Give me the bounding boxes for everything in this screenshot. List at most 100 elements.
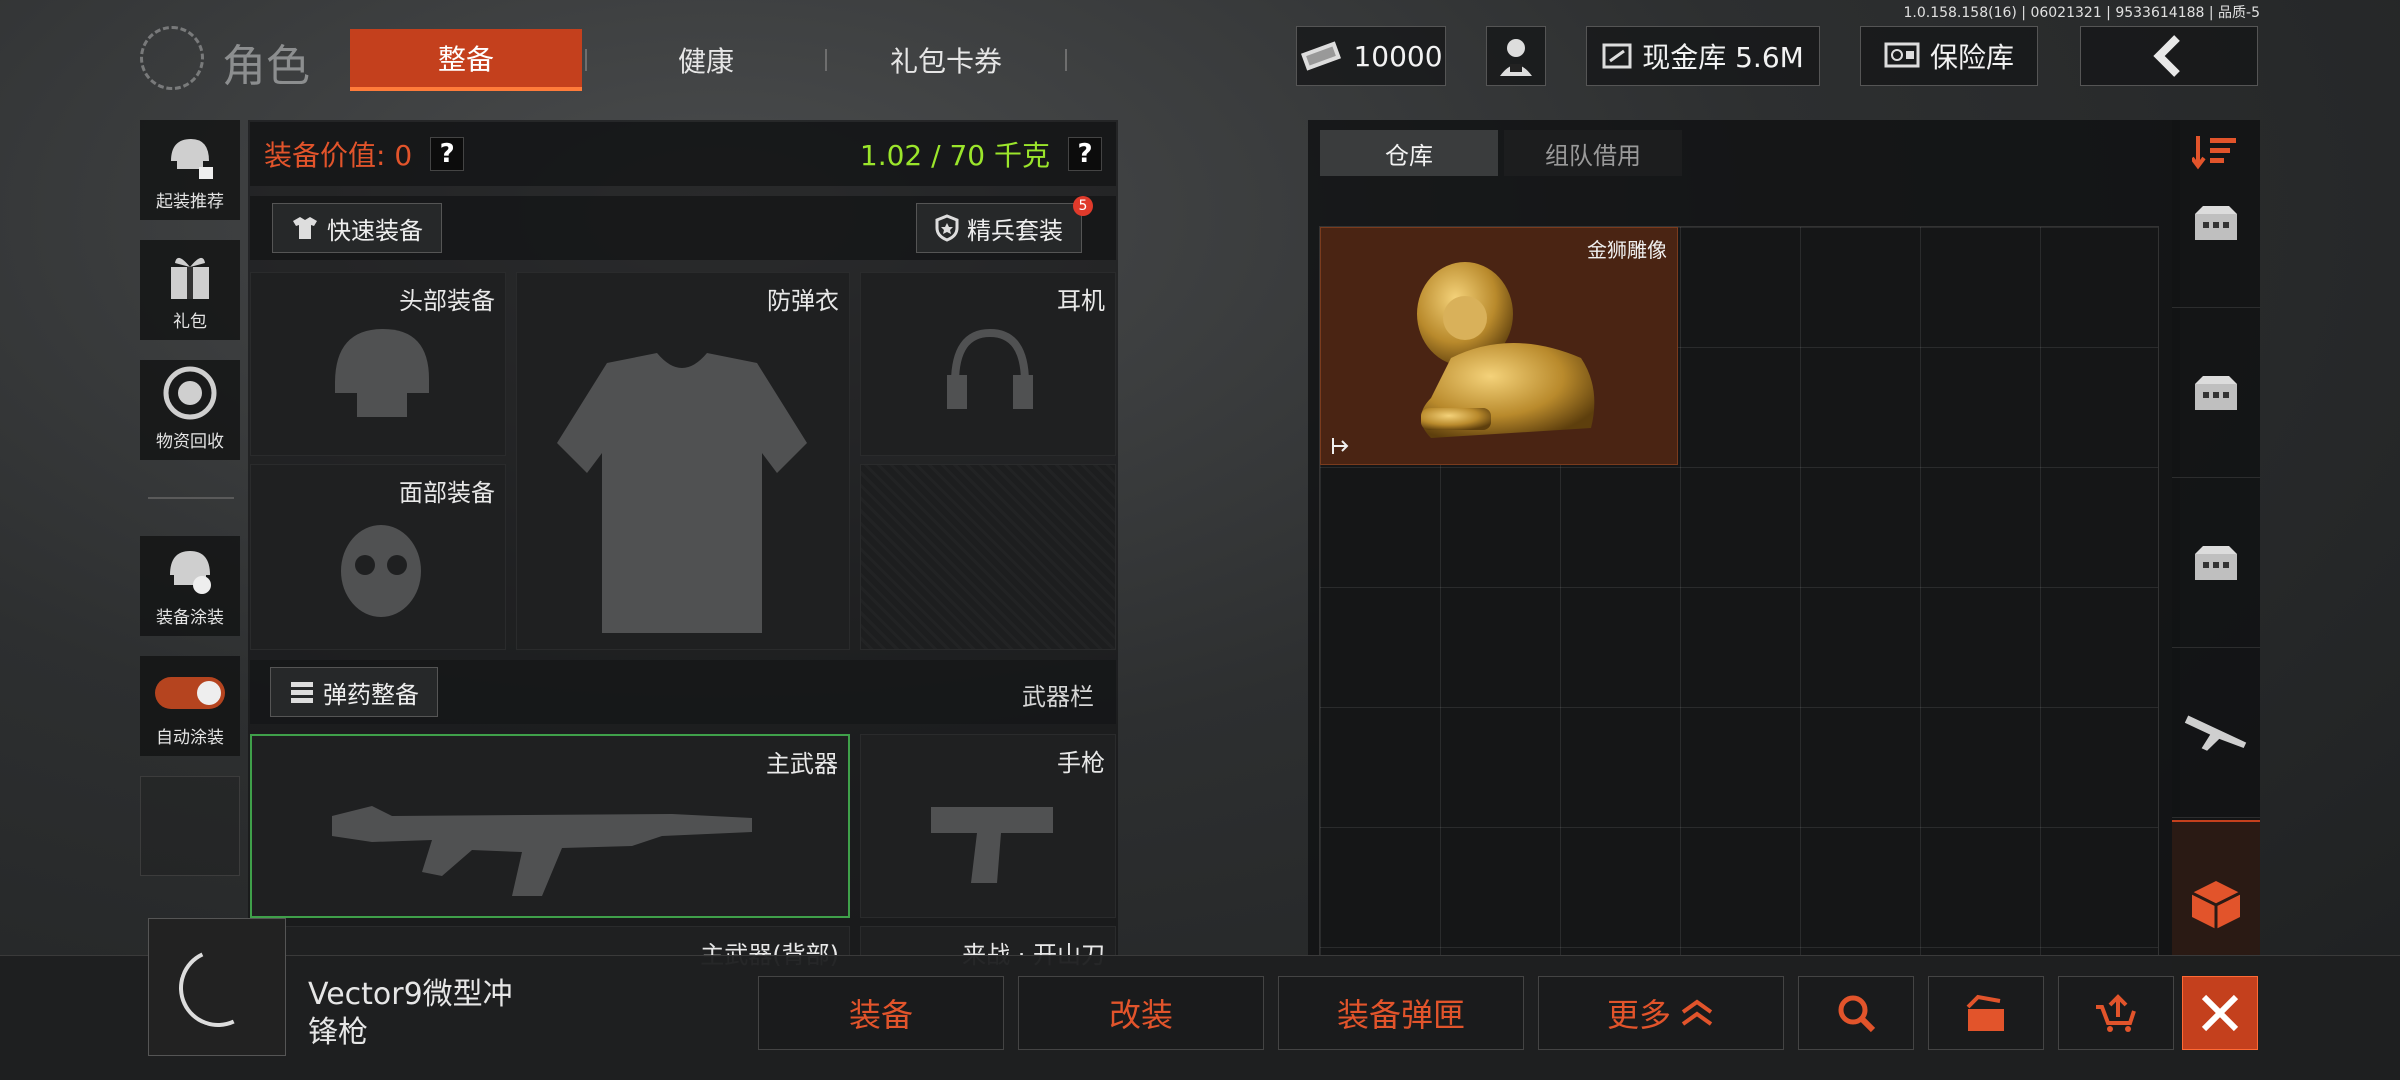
currency-value: 10000	[1353, 39, 1443, 73]
button-label: 改装	[1108, 996, 1173, 1034]
carry-weight: 1.02 / 70 千克	[859, 139, 1050, 172]
equip-arrow-icon	[1332, 438, 1349, 454]
paint-icon	[170, 551, 211, 594]
slot-label: 面部装备	[399, 479, 495, 507]
slot-face[interactable]: 面部装备	[250, 464, 506, 650]
vest-icon	[557, 353, 807, 633]
operator-button[interactable]	[1486, 26, 1546, 86]
slot-pistol[interactable]: 手枪	[860, 734, 1116, 918]
equipment-value-bar: 装备价值: 0 ? 1.02 / 70 千克 ?	[250, 122, 1116, 186]
golden-lion-statue-icon	[1417, 262, 1595, 438]
sidebar-item-recycle[interactable]: 物资回收	[140, 360, 240, 460]
tab-warehouse[interactable]: 仓库	[1320, 130, 1498, 176]
crate-button[interactable]	[1928, 976, 2044, 1050]
pistol-icon	[931, 807, 1053, 883]
slot-label: 头部装备	[399, 287, 495, 315]
category-weapons[interactable]	[2172, 650, 2260, 818]
main-tabs: 整备 健康 礼包卡券	[350, 28, 1070, 92]
modify-button[interactable]: 改装	[1018, 976, 1264, 1050]
shield-icon	[935, 214, 959, 242]
sidebar-item-label: 装备涂装	[156, 608, 224, 628]
sidebar-empty-slot	[140, 776, 240, 876]
globe-logo-icon	[140, 26, 204, 90]
recycle-icon	[163, 366, 217, 420]
search-button[interactable]	[1798, 976, 1914, 1050]
helmet-icon	[335, 329, 429, 417]
tab-team-borrow[interactable]: 组队借用	[1504, 130, 1682, 176]
sidebar-item-paint[interactable]: 装备涂装	[140, 536, 240, 636]
tab-health[interactable]: 健康	[590, 29, 822, 91]
slot-head[interactable]: 头部装备	[250, 272, 506, 456]
ammo-maintenance-button[interactable]: 弹药整备	[270, 667, 438, 717]
tab-separator	[825, 49, 827, 71]
category-storage-3[interactable]	[2172, 480, 2260, 648]
cash-vault-label: 现金库 5.6M	[1642, 41, 1804, 74]
sidebar-item-label: 物资回收	[156, 432, 224, 452]
chevron-up-icon	[1681, 999, 1713, 1026]
gift-icon	[171, 257, 209, 299]
weapon-bar-label: 武器栏	[1022, 683, 1094, 711]
tab-separator	[1065, 49, 1067, 71]
tab-label: 仓库	[1385, 141, 1433, 170]
ammo-button-label: 弹药整备	[323, 680, 419, 709]
safe-vault-label: 保险库	[1929, 41, 2014, 74]
more-button[interactable]: 更多	[1538, 976, 1784, 1050]
warehouse-item[interactable]: 金狮雕像	[1320, 227, 1678, 465]
crate-open-icon	[1966, 994, 2004, 1031]
sidebar-item-recommend[interactable]: 起装推荐	[140, 120, 240, 220]
quick-equip-button[interactable]: 快速装备	[272, 203, 442, 253]
tab-gift-cards[interactable]: 礼包卡券	[830, 29, 1062, 91]
gas-mask-icon	[341, 525, 421, 617]
tab-label: 健康	[677, 45, 734, 78]
slot-armor[interactable]: 防弹衣	[516, 272, 850, 650]
version-text: 1.0.158.158(16) | 06021321 | 9533614188 …	[1903, 5, 2261, 21]
cart-upload-icon	[2096, 994, 2136, 1032]
safe-icon	[1884, 42, 1920, 68]
storage-box-icon	[2195, 545, 2237, 580]
sell-button[interactable]	[2058, 976, 2174, 1050]
cash-vault-button[interactable]: 现金库 5.6M	[1586, 26, 1820, 86]
weapon-bar: 弹药整备 武器栏	[250, 660, 1116, 724]
safe-vault-button[interactable]: 保险库	[1860, 26, 2038, 86]
button-label: 装备	[848, 996, 913, 1034]
equip-magazine-button[interactable]: 装备弹匣	[1278, 976, 1524, 1050]
tab-separator	[585, 49, 587, 71]
tab-label: 整备	[437, 43, 494, 76]
auto-paint-toggle[interactable]	[155, 677, 225, 709]
search-icon	[1838, 995, 1876, 1033]
notification-badge: 5	[1073, 196, 1093, 216]
back-arrow-icon	[2153, 35, 2180, 77]
category-storage-2[interactable]	[2172, 310, 2260, 478]
slot-headset[interactable]: 耳机	[860, 272, 1116, 456]
equipment-value: 装备价值: 0	[264, 139, 413, 172]
button-label: 装备弹匣	[1336, 996, 1465, 1034]
equip-button[interactable]: 装备	[758, 976, 1004, 1050]
tab-maintenance[interactable]: 整备	[350, 29, 582, 91]
storage-box-icon	[2195, 375, 2237, 410]
rifle-icon	[2184, 715, 2247, 751]
sidebar-item-gift[interactable]: 礼包	[140, 240, 240, 340]
quick-equip-label: 快速装备	[327, 216, 423, 245]
weight-help-icon[interactable]: ?	[1068, 137, 1102, 171]
sidebar-item-auto-paint[interactable]: 自动涂装	[140, 656, 240, 756]
sidebar-item-label: 自动涂装	[156, 728, 224, 748]
warehouse-tabs: 仓库 组队借用	[1320, 130, 1682, 178]
operator-icon	[1500, 39, 1532, 76]
selected-item-thumbnail	[148, 918, 286, 1056]
quick-equip-bar: 快速装备 精兵套装 5	[250, 196, 1116, 260]
vault-card-icon	[1602, 43, 1632, 69]
selected-item-name: Vector9微型冲锋枪	[308, 977, 513, 1050]
currency-display[interactable]: 10000	[1296, 26, 1446, 86]
sidebar-item-label: 起装推荐	[156, 192, 224, 212]
close-button[interactable]	[2182, 976, 2258, 1050]
category-storage-1[interactable]	[2172, 140, 2260, 308]
storage-box-icon	[2195, 205, 2237, 240]
slot-locked	[860, 464, 1116, 650]
elite-set-button[interactable]: 精兵套装 5	[916, 196, 1093, 253]
page-title: 角色	[222, 41, 310, 92]
value-help-icon[interactable]: ?	[430, 137, 465, 171]
back-button[interactable]	[2080, 26, 2258, 86]
slot-primary-weapon[interactable]: 主武器	[250, 734, 850, 918]
slot-label: 防弹衣	[767, 287, 839, 315]
slot-label: 耳机	[1057, 287, 1105, 315]
